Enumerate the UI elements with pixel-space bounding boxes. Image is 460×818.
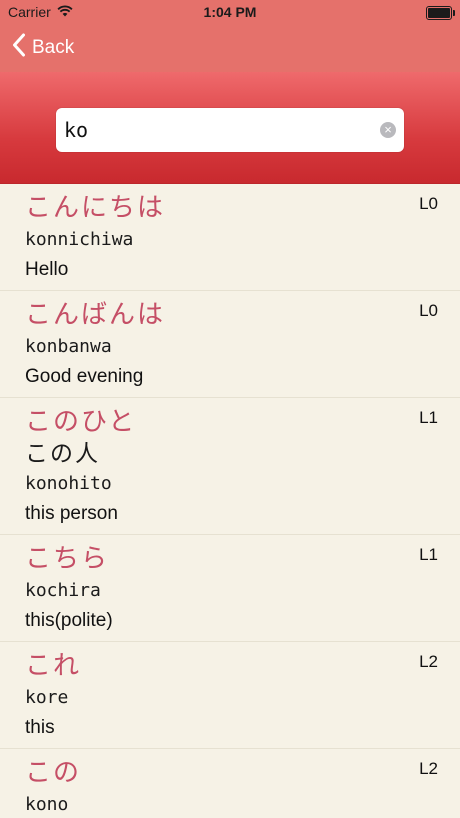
kana-text: こちら xyxy=(25,544,110,574)
level-badge: L1 xyxy=(419,408,438,427)
romaji-text: konbanwa xyxy=(25,336,112,357)
kana-text: こんにちは xyxy=(25,193,166,223)
level-badge: L2 xyxy=(419,759,438,778)
back-label: Back xyxy=(32,37,75,58)
kana-text: このひと xyxy=(25,407,137,437)
romaji-text: kore xyxy=(25,687,69,708)
meaning-text: this(polite) xyxy=(25,610,113,631)
results-list[interactable]: こんにちは konnichiwa Hello L0 こんばんは konbanwa… xyxy=(0,184,460,818)
kana-text: この xyxy=(25,758,82,788)
search-box: × xyxy=(56,108,404,152)
meaning-text: Good evening xyxy=(25,366,144,387)
kanji-text: この人 xyxy=(25,441,100,467)
list-item[interactable]: こちら kochira this(polite) L1 xyxy=(0,535,460,642)
level-badge: L0 xyxy=(419,194,438,213)
list-item[interactable]: この kono this L2 xyxy=(0,749,460,818)
status-time: 1:04 PM xyxy=(203,4,257,20)
battery-icon xyxy=(426,6,455,20)
meaning-text: this xyxy=(25,717,55,738)
search-band: × xyxy=(0,72,460,184)
list-item[interactable]: このひと この人 konohito this person L1 xyxy=(0,398,460,535)
clear-search-icon[interactable]: × xyxy=(380,122,396,138)
level-badge: L1 xyxy=(419,545,438,564)
meaning-text: this person xyxy=(25,503,118,524)
list-item[interactable]: こんにちは konnichiwa Hello L0 xyxy=(0,184,460,291)
battery-fill xyxy=(428,8,450,18)
search-input[interactable] xyxy=(64,108,374,152)
list-item[interactable]: こんばんは konbanwa Good evening L0 xyxy=(0,291,460,398)
list-item[interactable]: これ kore this L2 xyxy=(0,642,460,749)
kana-text: こんばんは xyxy=(25,300,166,330)
romaji-text: konohito xyxy=(25,473,112,494)
chevron-left-icon xyxy=(12,33,26,63)
kana-text: これ xyxy=(25,651,82,681)
romaji-text: konnichiwa xyxy=(25,229,134,250)
back-button[interactable]: Back xyxy=(12,33,75,63)
level-badge: L2 xyxy=(419,652,438,671)
romaji-text: kochira xyxy=(25,580,101,601)
meaning-text: Hello xyxy=(25,259,69,280)
romaji-text: kono xyxy=(25,794,69,815)
level-badge: L0 xyxy=(419,301,438,320)
status-bar: Carrier 1:04 PM xyxy=(0,0,460,24)
nav-bar: Back xyxy=(0,24,460,73)
